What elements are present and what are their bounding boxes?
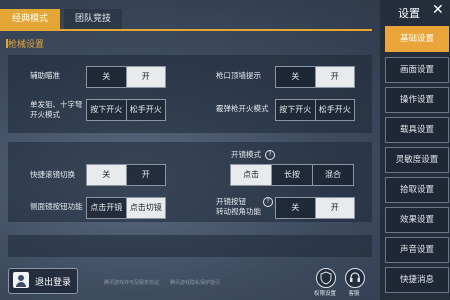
quick-scope-toggle: 关 开 [86, 164, 166, 186]
single-fire-label: 单发狙、十字弩 开火模式 [30, 100, 83, 119]
sidebar-item-sound[interactable]: 声音设置 [385, 237, 449, 263]
shotgun-fire-release[interactable]: 松手开火 [314, 100, 354, 120]
quick-scope-on[interactable]: 开 [125, 165, 165, 185]
aim-assist-label: 辅助瞄准 [30, 71, 60, 80]
privacy-link[interactable]: 腾讯游戏隐私保护指引 [170, 279, 220, 286]
shotgun-fire-press[interactable]: 按下开火 [276, 100, 315, 120]
muzzle-hint-toggle: 关 开 [275, 66, 355, 88]
scope-mode-mixed[interactable]: 混合 [312, 165, 353, 185]
support-button[interactable] [345, 268, 365, 288]
close-icon[interactable]: ✕ [432, 2, 444, 18]
side-scope-switch[interactable]: 点击切镜 [125, 198, 165, 218]
aim-assist-off[interactable]: 关 [87, 67, 126, 87]
sidebar-item-controls[interactable]: 操作设置 [385, 87, 449, 113]
shotgun-fire-label: 霰弹枪开火模式 [216, 104, 269, 113]
logout-label: 退出登录 [35, 278, 72, 288]
muzzle-hint-off[interactable]: 关 [276, 67, 315, 87]
tab-classic[interactable]: 经典模式 [0, 9, 60, 29]
aim-assist-toggle: 关 开 [86, 66, 166, 88]
permission-button[interactable] [316, 268, 336, 288]
sidebar-item-effects[interactable]: 效果设置 [385, 207, 449, 233]
quick-scope-off[interactable]: 关 [87, 165, 126, 185]
help-icon[interactable]: ? [265, 150, 275, 160]
muzzle-hint-label: 枪口顶墙提示 [216, 71, 261, 80]
logout-button[interactable]: 退出登录 [8, 268, 78, 294]
shield-icon [320, 271, 332, 285]
aim-assist-on[interactable]: 开 [125, 67, 165, 87]
sidebar-item-sensitivity[interactable]: 灵敏度设置 [385, 147, 449, 173]
scope-mode-select: 点击 长按 混合 [230, 164, 354, 186]
mode-tabs: 经典模式 团队竞技 [0, 9, 372, 31]
scope-mode-tap[interactable]: 点击 [231, 165, 271, 185]
scope-rotate-toggle: 关 开 [275, 197, 355, 219]
scope-rotate-label: 开镜按钮 转动视角功能 [216, 197, 261, 216]
muzzle-hint-on[interactable]: 开 [314, 67, 354, 87]
sidebar-item-basic[interactable]: 基础设置 [385, 26, 449, 52]
tab-team[interactable]: 团队竞技 [64, 9, 122, 29]
headset-icon [350, 272, 360, 282]
scope-rotate-off[interactable]: 关 [276, 198, 315, 218]
scope-mode-hold[interactable]: 长按 [271, 165, 312, 185]
shotgun-fire-mode: 按下开火 松手开火 [275, 99, 355, 121]
sidebar-item-vehicle[interactable]: 载具设置 [385, 117, 449, 143]
section-title: 枪械设置 [8, 40, 45, 50]
single-fire-release[interactable]: 松手开火 [125, 100, 165, 120]
permission-label: 权限设置 [313, 291, 336, 297]
scope-rotate-on[interactable]: 开 [314, 198, 354, 218]
sidebar-title: 设置 [398, 7, 420, 20]
sidebar-item-graphics[interactable]: 画面设置 [385, 57, 449, 83]
help-icon[interactable]: ? [263, 197, 273, 207]
side-scope-label: 侧面镜按钮功能 [30, 202, 83, 211]
settings-panel-3 [8, 235, 372, 257]
scope-mode-label: 开镜模式 [231, 150, 261, 159]
quick-scope-label: 快捷滚镜切换 [30, 170, 75, 179]
single-fire-press[interactable]: 按下开火 [87, 100, 126, 120]
sidebar-item-quickmsg[interactable]: 快捷消息 [385, 267, 449, 293]
side-scope-mode: 点击开镜 点击切镜 [86, 197, 166, 219]
license-link[interactable]: 腾讯游戏许可及服务协议 [104, 279, 159, 286]
side-scope-open[interactable]: 点击开镜 [87, 198, 126, 218]
support-label: 客服 [348, 291, 360, 297]
user-icon [13, 272, 29, 288]
single-fire-mode: 按下开火 松手开火 [86, 99, 166, 121]
sidebar-item-pickup[interactable]: 拾取设置 [385, 177, 449, 203]
